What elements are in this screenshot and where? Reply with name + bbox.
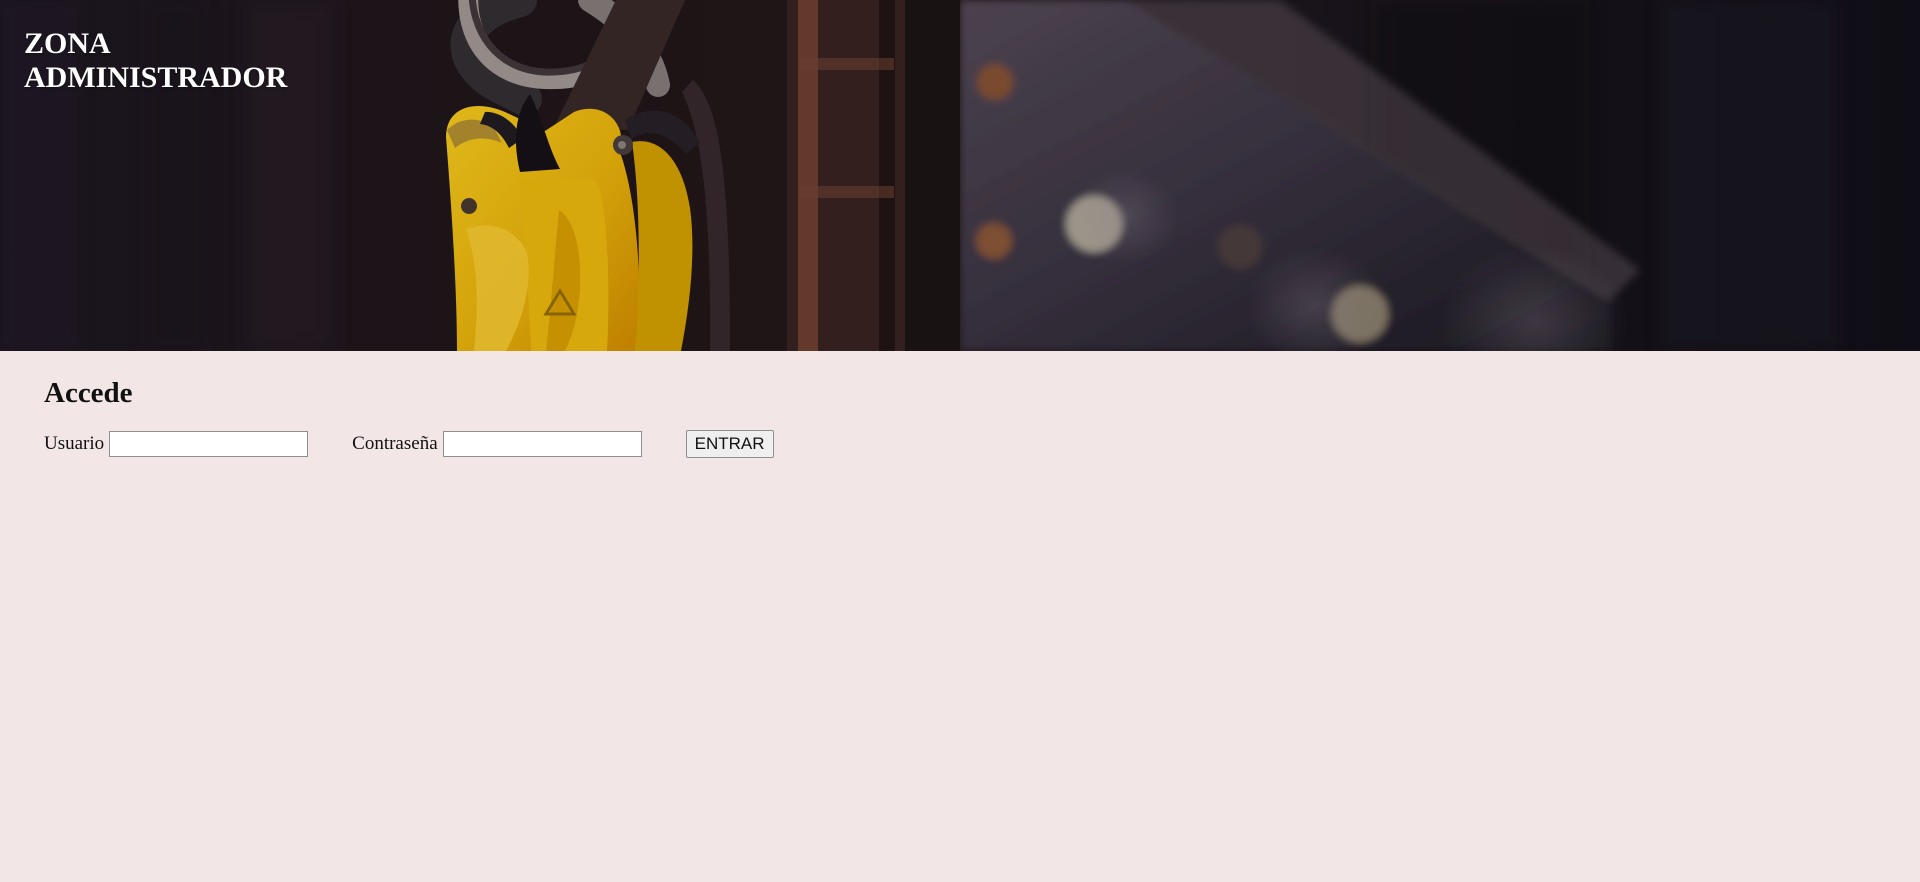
page-title: ZONA ADMINISTRADOR (24, 27, 364, 95)
username-input[interactable] (109, 431, 309, 457)
login-section: Accede Usuario Contraseña ENTRAR (0, 351, 1920, 458)
password-input[interactable] (442, 431, 642, 457)
password-label: Contraseña (352, 433, 438, 454)
hero-banner: ZONA ADMINISTRADOR (0, 0, 1920, 351)
page-title-line-2: ADMINISTRADOR (24, 61, 288, 94)
login-form: Usuario Contraseña ENTRAR (44, 430, 1920, 458)
username-label: Usuario (44, 433, 105, 454)
enter-button[interactable]: ENTRAR (685, 430, 774, 458)
login-heading: Accede (44, 377, 133, 409)
page-title-line-1: ZONA (24, 27, 111, 60)
